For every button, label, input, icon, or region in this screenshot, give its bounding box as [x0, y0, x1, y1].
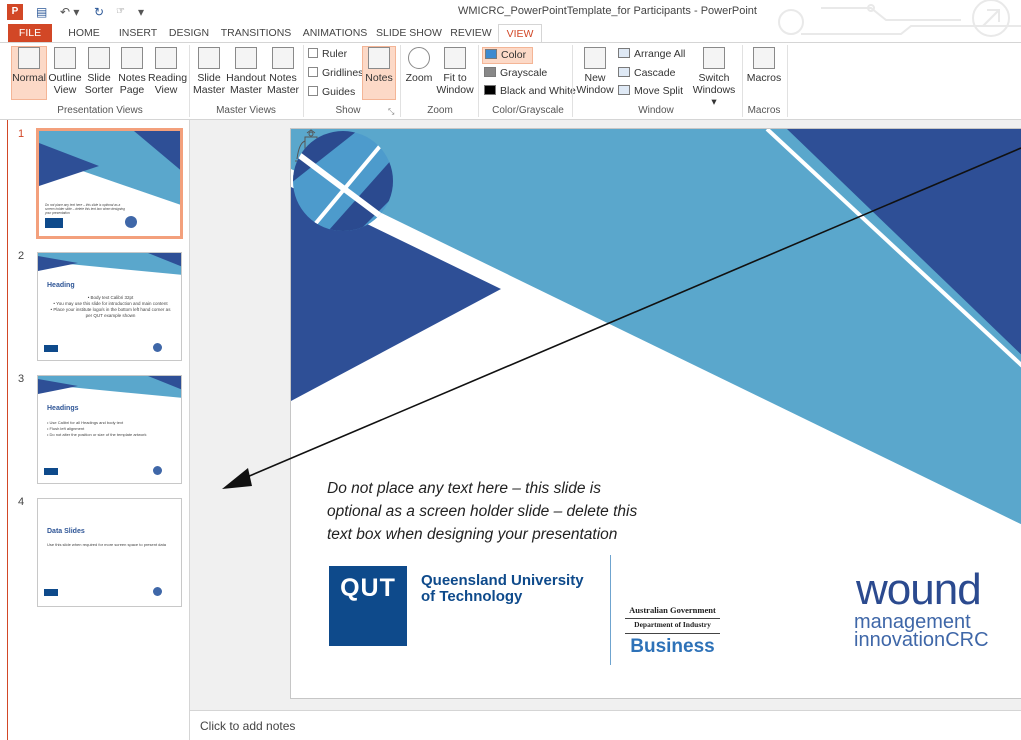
notes-placeholder[interactable]: Click to add notes — [200, 719, 295, 733]
annotation-arrow — [222, 147, 1021, 489]
powerpoint-window: P ▤ ↶ ▾ ↻ ☞ ▾ WMICRC_PowerPointTemplate_… — [0, 0, 1021, 740]
notes-pane[interactable]: Click to add notes — [190, 710, 1021, 740]
